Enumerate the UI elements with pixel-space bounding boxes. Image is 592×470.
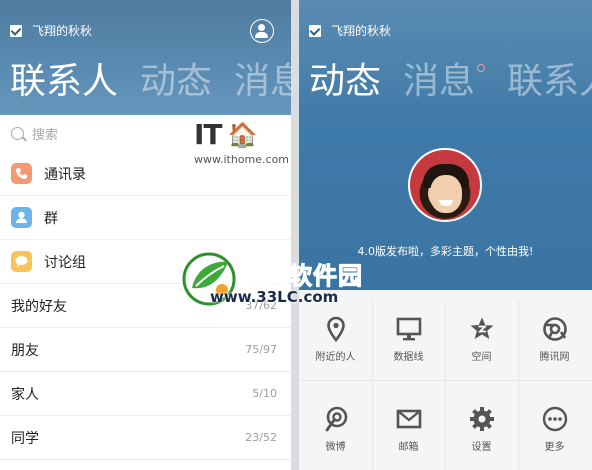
tab-bar: 联系人 动态 消息 xyxy=(10,58,291,106)
contacts-header: 飞翔的秋秋 联系人 动态 消息 xyxy=(0,0,291,115)
grid-divider xyxy=(518,300,519,470)
grid-item-label: 微博 xyxy=(325,442,346,453)
search-icon xyxy=(11,126,24,140)
gear-icon xyxy=(469,406,495,432)
tab-bar: 动态 消息 联系人 xyxy=(309,58,592,106)
account-switcher[interactable]: 飞翔的秋秋 xyxy=(10,22,92,39)
grid-item-label: 数据线 xyxy=(393,352,424,363)
tencent-news-icon xyxy=(542,316,568,342)
tab-messages[interactable]: 消息 xyxy=(234,58,291,106)
grid-item-mail[interactable]: 邮箱 xyxy=(372,380,445,470)
profile-icon[interactable] xyxy=(250,19,274,43)
monitor-icon xyxy=(396,316,422,342)
grid-divider xyxy=(445,300,446,470)
weibo-icon xyxy=(323,406,349,432)
grid-item-data-line[interactable]: 数据线 xyxy=(372,290,445,380)
green-tea-url: www.33LC.com xyxy=(210,288,339,306)
account-name: 飞翔的秋秋 xyxy=(32,24,93,38)
contacts-panel: 飞翔的秋秋 联系人 动态 消息 搜索 通讯录 群 讨论组 我的好友 37/62 xyxy=(0,0,291,470)
grid-item-label: 腾讯网 xyxy=(539,352,570,363)
grid-divider xyxy=(372,300,373,470)
mail-icon xyxy=(396,406,422,432)
group-count: 75/97 xyxy=(245,343,277,356)
qzone-star-icon xyxy=(469,316,495,342)
more-icon xyxy=(542,406,568,432)
ithome-logo: IT 🏠 xyxy=(194,118,289,151)
tab-label: 消息 xyxy=(403,61,476,102)
group-row-family[interactable]: 家人 5/10 xyxy=(0,372,291,416)
chat-icon xyxy=(11,251,32,272)
grid-item-label: 附近的人 xyxy=(315,352,356,363)
grid-item-tencent[interactable]: 腾讯网 xyxy=(518,290,591,380)
avatar[interactable] xyxy=(408,148,482,222)
grid-divider xyxy=(299,380,592,381)
list-item-label: 群 xyxy=(44,210,58,227)
group-name: 我的好友 xyxy=(11,298,67,315)
green-tea-logo-text: 绿茶软件园 xyxy=(238,262,363,291)
tab-messages[interactable]: 消息 xyxy=(403,58,486,106)
unread-dot-icon xyxy=(477,64,486,72)
avatar-face xyxy=(430,175,462,213)
location-pin-icon xyxy=(323,316,349,343)
list-item-groups[interactable]: 群 xyxy=(0,196,291,240)
list-item-label: 通讯录 xyxy=(44,166,86,183)
group-icon xyxy=(11,207,32,228)
grid-item-label: 设置 xyxy=(471,442,492,453)
group-name: 同学 xyxy=(11,430,39,447)
ithome-logo-mark: 🏠 xyxy=(227,120,258,149)
grid-item-label: 空间 xyxy=(471,352,492,363)
grid-item-settings[interactable]: 设置 xyxy=(445,380,518,470)
grid-item-label: 更多 xyxy=(544,442,565,453)
checkbox-icon xyxy=(10,24,22,37)
list-item-label: 讨论组 xyxy=(44,254,86,271)
tab-contacts[interactable]: 联系人 xyxy=(507,58,592,106)
group-count: 5/10 xyxy=(252,387,277,400)
feeds-panel: 飞翔的秋秋 动态 消息 联系人 4.0版发布啦，多彩主题，个性由我! 附近的人 … xyxy=(299,0,592,470)
group-row-classmates[interactable]: 同学 23/52 xyxy=(0,416,291,460)
ithome-watermark: IT 🏠 www.ithome.com xyxy=(194,118,289,166)
search-placeholder: 搜索 xyxy=(32,127,59,143)
grid-item-weibo[interactable]: 微博 xyxy=(299,380,372,470)
ithome-url: www.ithome.com xyxy=(194,153,290,166)
feeds-header: 飞翔的秋秋 动态 消息 联系人 4.0版发布啦，多彩主题，个性由我! xyxy=(299,0,592,290)
account-name: 飞翔的秋秋 xyxy=(331,24,392,38)
account-switcher[interactable]: 飞翔的秋秋 xyxy=(309,22,391,39)
phone-icon xyxy=(11,163,32,184)
tab-feeds[interactable]: 动态 xyxy=(140,58,212,106)
grid-item-label: 邮箱 xyxy=(398,442,419,453)
group-count: 23/52 xyxy=(245,431,277,444)
grid-item-qzone[interactable]: 空间 xyxy=(445,290,518,380)
ithome-logo-it: IT xyxy=(194,118,223,151)
checkbox-icon xyxy=(309,24,321,37)
group-name: 朋友 xyxy=(11,342,39,359)
group-name: 家人 xyxy=(11,386,39,403)
tab-feeds[interactable]: 动态 xyxy=(309,58,381,106)
tab-contacts[interactable]: 联系人 xyxy=(10,58,118,106)
group-row-pals[interactable]: 朋友 75/97 xyxy=(0,328,291,372)
grid-item-more[interactable]: 更多 xyxy=(518,380,591,470)
